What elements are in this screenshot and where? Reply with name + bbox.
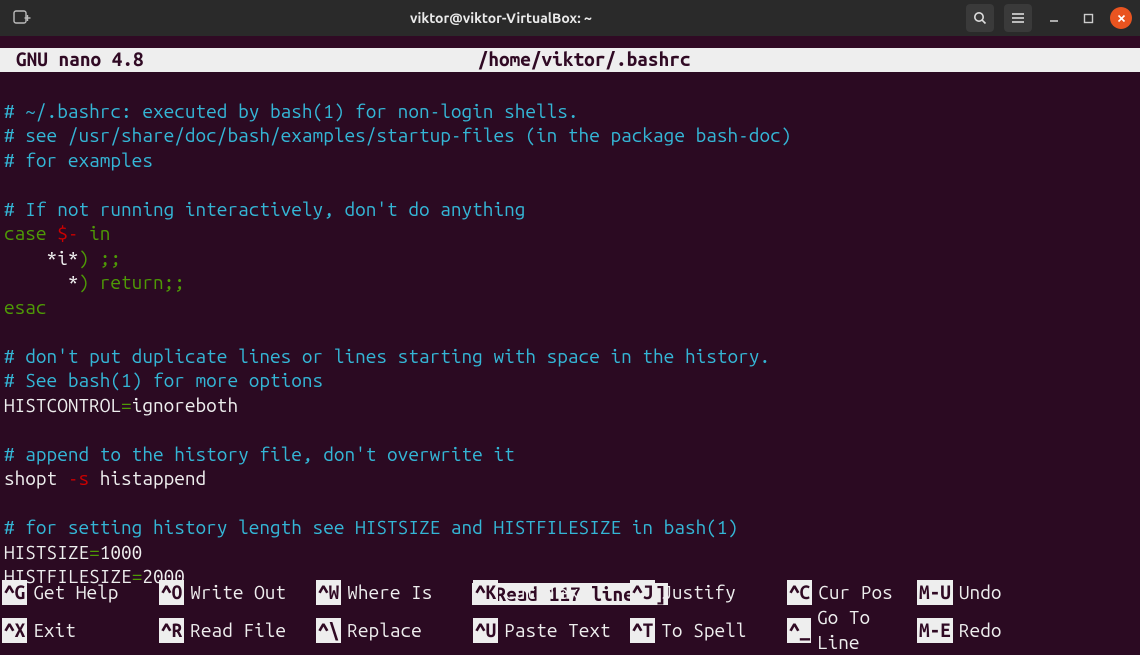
window-title: viktor@viktor-VirtualBox: ~: [36, 10, 966, 26]
help-label: Read File: [190, 618, 286, 643]
editor-body[interactable]: # ~/.bashrc: executed by bash(1) for non…: [0, 72, 1140, 589]
help-row-1: ^GGet Help ^OWrite Out ^WWhere Is ^KCut …: [0, 580, 1140, 605]
code-token: ignoreboth: [132, 394, 238, 416]
window-maximize-button[interactable]: [1076, 6, 1100, 30]
code-line: # ~/.bashrc: executed by bash(1) for non…: [4, 100, 579, 122]
help-label: To Spell: [661, 618, 746, 643]
nano-help-bar: ^GGet Help ^OWrite Out ^WWhere Is ^KCut …: [0, 580, 1140, 655]
nano-header-spacer: [150, 48, 478, 72]
help-read-file[interactable]: ^RRead File: [159, 605, 316, 655]
terminal-tab-icon: [13, 10, 31, 26]
help-key: ^O: [159, 580, 184, 605]
window-titlebar: viktor@viktor-VirtualBox: ~: [0, 0, 1140, 36]
help-key: ^_: [787, 618, 811, 643]
code-token: esac: [4, 296, 47, 318]
code-token: 1000: [100, 541, 143, 563]
help-redo[interactable]: M-ERedo: [917, 605, 1001, 655]
code-line: # don't put duplicate lines or lines sta…: [4, 345, 770, 367]
help-where-is[interactable]: ^WWhere Is: [316, 580, 473, 605]
search-button[interactable]: [966, 4, 994, 32]
code-token: $-: [57, 222, 78, 244]
help-write-out[interactable]: ^OWrite Out: [159, 580, 316, 605]
code-line: # for setting history length see HISTSIZ…: [4, 516, 738, 538]
gap: [0, 36, 1140, 48]
code-token: shopt: [4, 467, 68, 489]
help-go-to-line[interactable]: ^_Go To Line: [787, 605, 917, 655]
window-right-controls: [966, 4, 1132, 32]
help-label: Replace: [347, 618, 421, 643]
help-key: ^T: [630, 618, 655, 643]
help-key: ^X: [2, 618, 27, 643]
code-line: # append to the history file, don't over…: [4, 443, 515, 465]
help-key: ^W: [316, 580, 341, 605]
close-icon: [1117, 14, 1126, 23]
help-row-2: ^XExit ^RRead File ^\Replace ^UPaste Tex…: [0, 605, 1140, 655]
help-label: Paste Text: [504, 618, 610, 643]
code-line: # If not running interactively, don't do…: [4, 198, 525, 220]
window-close-button[interactable]: [1110, 7, 1132, 29]
code-token: histappend: [89, 467, 206, 489]
help-label: Cur Pos: [818, 580, 892, 605]
help-paste-text[interactable]: ^UPaste Text: [473, 605, 630, 655]
hamburger-icon: [1011, 12, 1025, 24]
help-key: ^J: [630, 580, 655, 605]
help-exit[interactable]: ^XExit: [2, 605, 159, 655]
minimize-icon: [1048, 12, 1060, 24]
code-line: # see /usr/share/doc/bash/examples/start…: [4, 124, 791, 146]
code-token: HISTCONTROL: [4, 394, 121, 416]
help-key: ^G: [2, 580, 27, 605]
help-key: ^R: [159, 618, 184, 643]
code-token: *i*: [4, 247, 78, 269]
code-token: =: [121, 394, 132, 416]
help-key: ^U: [473, 618, 498, 643]
code-token: =: [89, 541, 100, 563]
code-token: return: [100, 271, 164, 293]
nano-header: GNU nano 4.8 /home/viktor/.bashrc: [0, 48, 1140, 72]
new-tab-button[interactable]: [8, 5, 36, 31]
help-key: ^C: [787, 580, 812, 605]
help-get-help[interactable]: ^GGet Help: [2, 580, 159, 605]
help-label: Write Out: [190, 580, 286, 605]
help-label: Where Is: [347, 580, 432, 605]
code-token: HISTSIZE: [4, 541, 89, 563]
help-label: Cut Text: [504, 580, 589, 605]
help-cut-text[interactable]: ^KCut Text: [473, 580, 630, 605]
code-line: # See bash(1) for more options: [4, 369, 323, 391]
help-justify[interactable]: ^JJustify: [630, 580, 787, 605]
code-token: case: [4, 222, 57, 244]
code-token: ;;: [164, 271, 185, 293]
help-cur-pos[interactable]: ^CCur Pos: [787, 580, 917, 605]
help-label: Redo: [959, 618, 1002, 643]
maximize-icon: [1083, 13, 1094, 24]
help-replace[interactable]: ^\Replace: [316, 605, 473, 655]
search-icon: [973, 11, 987, 25]
help-key: ^\: [316, 618, 341, 643]
help-to-spell[interactable]: ^TTo Spell: [630, 605, 787, 655]
code-line: # for examples: [4, 149, 153, 171]
code-token: -s: [68, 467, 89, 489]
help-undo[interactable]: M-UUndo: [917, 580, 1001, 605]
help-key: ^K: [473, 580, 498, 605]
help-label: Go To Line: [817, 605, 917, 655]
code-token: in: [78, 222, 110, 244]
help-label: Undo: [959, 580, 1002, 605]
code-token: ): [78, 271, 99, 293]
code-token: *: [4, 271, 78, 293]
code-token: ) ;;: [78, 247, 121, 269]
nano-header-rest: [697, 48, 1140, 72]
help-label: Exit: [33, 618, 76, 643]
nano-filename: /home/viktor/.bashrc: [478, 48, 697, 72]
help-label: Justify: [661, 580, 735, 605]
help-label: Get Help: [33, 580, 118, 605]
help-key: M-E: [917, 618, 953, 643]
window-minimize-button[interactable]: [1042, 6, 1066, 30]
nano-version: GNU nano 4.8: [0, 48, 150, 72]
hamburger-menu-button[interactable]: [1004, 4, 1032, 32]
help-key: M-U: [917, 580, 953, 605]
